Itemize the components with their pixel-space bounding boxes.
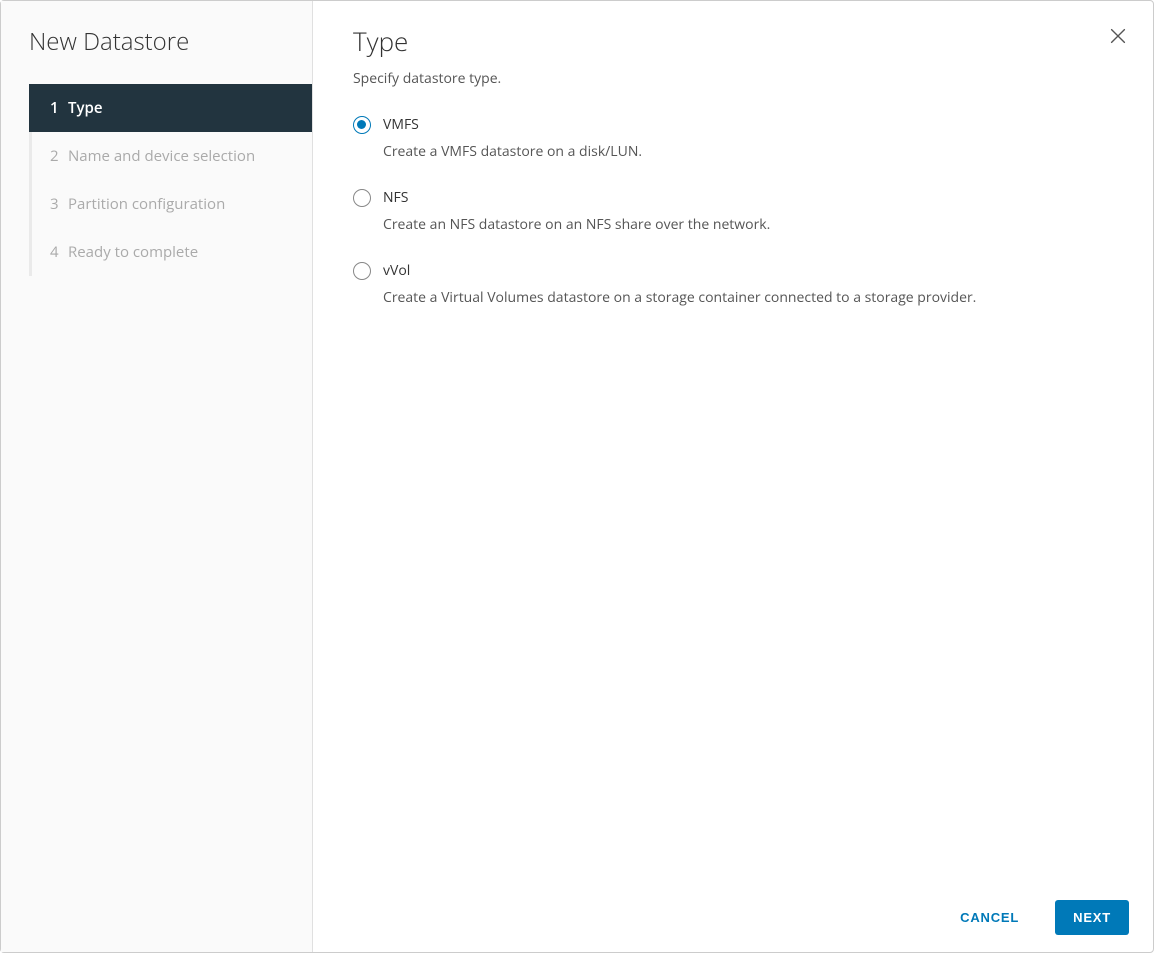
close-button[interactable] xyxy=(1107,25,1129,47)
step-number: 2 xyxy=(50,146,68,166)
option-label: NFS xyxy=(383,189,770,207)
step-label: Partition configuration xyxy=(68,194,225,214)
step-number: 3 xyxy=(50,194,68,214)
wizard-step-type[interactable]: 1 Type xyxy=(29,84,312,132)
option-body: VMFS Create a VMFS datastore on a disk/L… xyxy=(383,116,642,161)
page-subtitle: Specify datastore type. xyxy=(353,69,1113,88)
option-body: vVol Create a Virtual Volumes datastore … xyxy=(383,262,976,307)
next-button[interactable]: NEXT xyxy=(1055,900,1129,935)
cancel-button[interactable]: CANCEL xyxy=(942,900,1037,935)
wizard-content: Type Specify datastore type. VMFS Create… xyxy=(313,1,1153,952)
wizard-sidebar: New Datastore 1 Type 2 Name and device s… xyxy=(1,1,313,952)
new-datastore-dialog: New Datastore 1 Type 2 Name and device s… xyxy=(0,0,1154,953)
radio-icon xyxy=(353,116,371,134)
option-vmfs[interactable]: VMFS Create a VMFS datastore on a disk/L… xyxy=(353,116,1113,161)
wizard-footer: CANCEL NEXT xyxy=(313,882,1153,952)
option-label: vVol xyxy=(383,262,976,280)
step-number: 1 xyxy=(50,98,68,118)
wizard-title: New Datastore xyxy=(1,25,312,84)
step-label: Ready to complete xyxy=(68,242,198,262)
option-label: VMFS xyxy=(383,116,642,134)
radio-icon xyxy=(353,189,371,207)
wizard-step-ready[interactable]: 4 Ready to complete xyxy=(32,228,312,276)
step-label: Name and device selection xyxy=(68,146,255,166)
option-nfs[interactable]: NFS Create an NFS datastore on an NFS sh… xyxy=(353,189,1113,234)
content-inner: Type Specify datastore type. VMFS Create… xyxy=(313,1,1153,882)
page-title: Type xyxy=(353,23,1113,59)
option-desc: Create a Virtual Volumes datastore on a … xyxy=(383,288,976,307)
step-number: 4 xyxy=(50,242,68,262)
wizard-steps: 1 Type 2 Name and device selection 3 Par… xyxy=(29,84,312,276)
option-desc: Create an NFS datastore on an NFS share … xyxy=(383,215,770,234)
radio-icon xyxy=(353,262,371,280)
wizard-step-name-device[interactable]: 2 Name and device selection xyxy=(32,132,312,180)
step-label: Type xyxy=(68,98,102,118)
close-icon xyxy=(1107,25,1129,47)
option-vvol[interactable]: vVol Create a Virtual Volumes datastore … xyxy=(353,262,1113,307)
option-body: NFS Create an NFS datastore on an NFS sh… xyxy=(383,189,770,234)
option-desc: Create a VMFS datastore on a disk/LUN. xyxy=(383,142,642,161)
wizard-step-partition[interactable]: 3 Partition configuration xyxy=(32,180,312,228)
